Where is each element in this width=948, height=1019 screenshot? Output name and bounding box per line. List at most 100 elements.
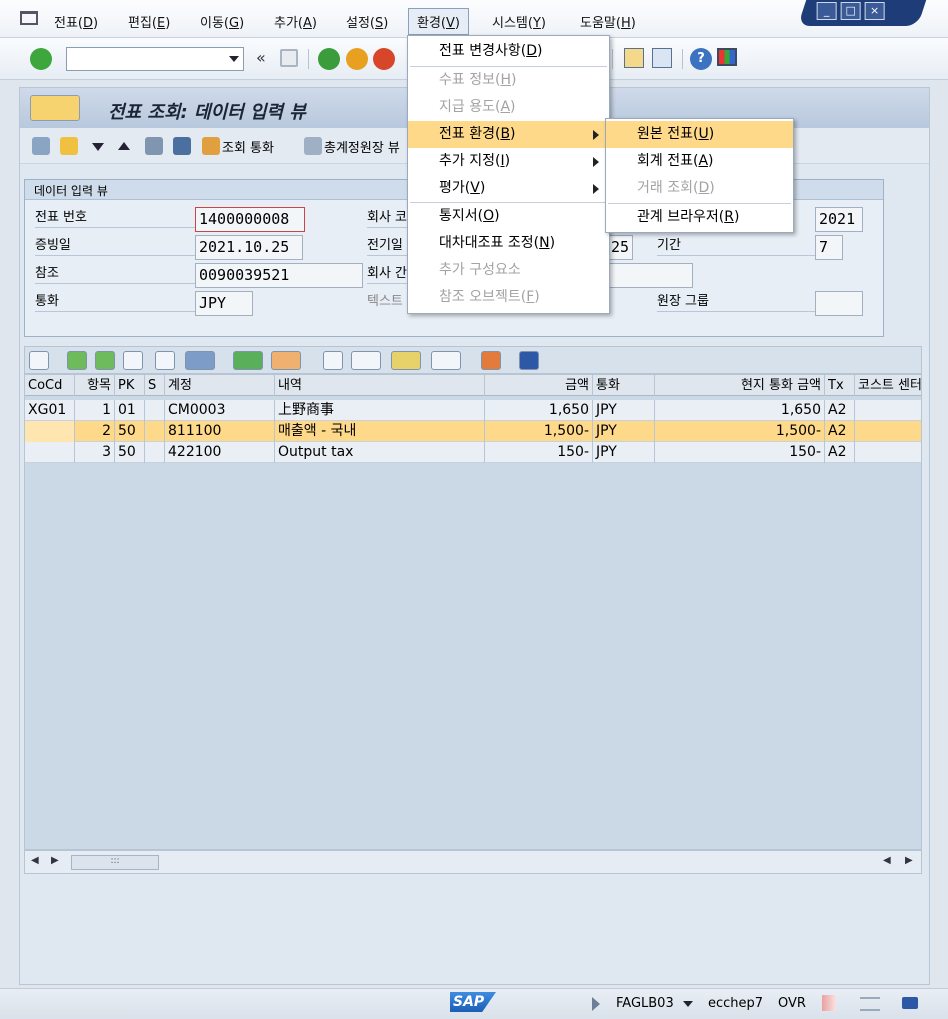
back-history-icon[interactable]: « (256, 48, 266, 67)
scroll-thumb[interactable]: ::: (71, 855, 159, 870)
menu-item-relationship-browser[interactable]: 관계 브라우저(R) (606, 204, 793, 231)
sort-descending-icon[interactable] (95, 351, 115, 370)
layout-icon[interactable] (431, 351, 461, 370)
enter-check-icon[interactable] (30, 48, 52, 70)
column-header[interactable]: 현지 통화 금액 (655, 375, 825, 396)
period-field[interactable]: 7 (815, 235, 843, 260)
menu-document[interactable]: 전표(D) (54, 12, 98, 31)
column-header[interactable]: CoCd (25, 375, 75, 396)
menu-item-document-changes[interactable]: 전표 변경사항(D) (408, 38, 609, 65)
column-header[interactable]: 내역 (275, 375, 485, 396)
next-down-icon[interactable] (92, 143, 104, 151)
subtotal-icon[interactable] (271, 351, 301, 370)
scroll-left-icon[interactable]: ◀ (31, 855, 39, 866)
table-row[interactable]: 2 50 811100 매출액 - 국내 1,500- JPY 1,500- A… (25, 421, 921, 442)
sum-icon[interactable] (233, 351, 263, 370)
menu-item-additional-assignment[interactable]: 추가 지정(I) (408, 148, 609, 175)
customize-layout-icon[interactable] (717, 48, 737, 66)
new-session-icon[interactable] (624, 48, 644, 68)
maximize-icon[interactable]: □ (840, 2, 861, 20)
display-currency-button[interactable]: 조회 통화 (222, 137, 274, 156)
table-row[interactable]: 3 50 422100 Output tax 150- JPY 150- A2 (25, 442, 921, 463)
menu-extras[interactable]: 추가(A) (274, 12, 317, 31)
column-header[interactable]: PK (115, 375, 145, 396)
export-icon[interactable] (391, 351, 421, 370)
doc-number-field[interactable]: 1400000008 (195, 207, 305, 232)
column-header[interactable]: S (145, 375, 165, 396)
horizontal-scrollbar[interactable]: ◀ ▶ ::: ◀ ▶ (24, 850, 922, 874)
reference-field[interactable]: 0090039521 (195, 263, 363, 288)
cell-description: Output tax (275, 442, 485, 463)
cell-cocd: XG01 (25, 400, 75, 421)
info-icon[interactable] (519, 351, 539, 370)
insert-mode[interactable]: OVR (778, 996, 806, 1011)
toolbar-separator (308, 49, 309, 69)
menu-system[interactable]: 시스템(Y) (492, 12, 546, 31)
menu-item-document-environment[interactable]: 전표 환경(B) (408, 121, 609, 148)
sort-ascending-icon[interactable] (67, 351, 87, 370)
previous-up-icon[interactable] (118, 142, 130, 150)
menu-item-original-document[interactable]: 원본 전표(U) (606, 121, 793, 148)
exit-icon[interactable] (346, 48, 368, 70)
cell-pk: 50 (115, 442, 145, 463)
menu-item-accounting-document[interactable]: 회계 전표(A) (606, 148, 793, 175)
ledger-group-field[interactable] (815, 291, 863, 316)
menu-button[interactable] (30, 95, 80, 121)
chevron-down-icon[interactable] (683, 1001, 693, 1007)
save-icon[interactable] (280, 49, 298, 67)
column-header[interactable]: 항목 (75, 375, 115, 396)
graphic-icon[interactable] (481, 351, 501, 370)
cell-item: 3 (75, 442, 115, 463)
display-change-icon[interactable] (32, 137, 50, 155)
find-icon[interactable] (123, 351, 143, 370)
posting-date-label: 전기일 (367, 236, 407, 256)
table-row[interactable]: XG01 1 01 CM0003 上野商事 1,650 JPY 1,650 A2 (25, 400, 921, 421)
menu-help[interactable]: 도움말(H) (580, 12, 636, 31)
other-document-icon[interactable] (60, 137, 78, 155)
fiscal-year-field[interactable]: 2021 (815, 207, 863, 232)
menu-goto[interactable]: 이동(G) (200, 12, 244, 31)
minimize-icon[interactable]: _ (816, 2, 837, 20)
lock-icon[interactable] (902, 997, 918, 1009)
shortcut-icon[interactable] (652, 48, 672, 68)
column-header[interactable]: 통화 (593, 375, 655, 396)
menu-environment[interactable]: 환경(V) (408, 8, 469, 35)
intercompany-field[interactable] (607, 263, 693, 288)
find-next-icon[interactable] (155, 351, 175, 370)
sap-menu-icon[interactable] (20, 11, 38, 25)
cancel-icon[interactable] (373, 48, 395, 70)
status-toggle-icon[interactable] (592, 997, 600, 1011)
details-icon[interactable] (29, 351, 49, 370)
command-field[interactable] (66, 47, 244, 71)
currency-field[interactable]: JPY (195, 291, 253, 316)
general-ledger-view-button[interactable]: 총계정원장 뷰 (324, 137, 410, 156)
currency-icon[interactable] (202, 137, 220, 155)
chevron-down-icon[interactable] (229, 56, 239, 62)
menu-item-notice[interactable]: 통지서(O) (408, 203, 609, 230)
cell-currency: JPY (593, 442, 655, 463)
menu-item-balance-sheet-adjustment[interactable]: 대차대조표 조정(N) (408, 230, 609, 257)
column-header[interactable]: 금액 (485, 375, 593, 396)
posting-date-field[interactable]: 25 (607, 235, 633, 260)
column-header[interactable]: Tx (825, 375, 855, 396)
help-icon[interactable]: ? (690, 48, 712, 70)
views-icon[interactable] (351, 351, 381, 370)
menu-item-valuation[interactable]: 평가(V) (408, 175, 609, 202)
scroll-right-icon[interactable]: ▶ (51, 855, 59, 866)
ledger-group-label: 원장 그룹 (657, 292, 815, 312)
column-header[interactable]: 코스트 센터 (855, 375, 921, 396)
back-icon[interactable] (318, 48, 340, 70)
menu-settings[interactable]: 설정(S) (346, 12, 388, 31)
ledger-icon[interactable] (304, 137, 322, 155)
cell-local-amount: 1,500- (655, 421, 825, 442)
print-icon[interactable] (323, 351, 343, 370)
filter-icon[interactable] (185, 351, 215, 370)
doc-date-field[interactable]: 2021.10.25 (195, 235, 303, 260)
close-icon[interactable]: × (864, 2, 885, 20)
find-icon[interactable] (145, 137, 163, 155)
menu-edit[interactable]: 편집(E) (128, 12, 170, 31)
scroll-left-icon[interactable]: ◀ (883, 855, 891, 866)
column-header[interactable]: 계정 (165, 375, 275, 396)
tax-icon[interactable] (173, 137, 191, 155)
scroll-right-icon[interactable]: ▶ (905, 855, 913, 866)
